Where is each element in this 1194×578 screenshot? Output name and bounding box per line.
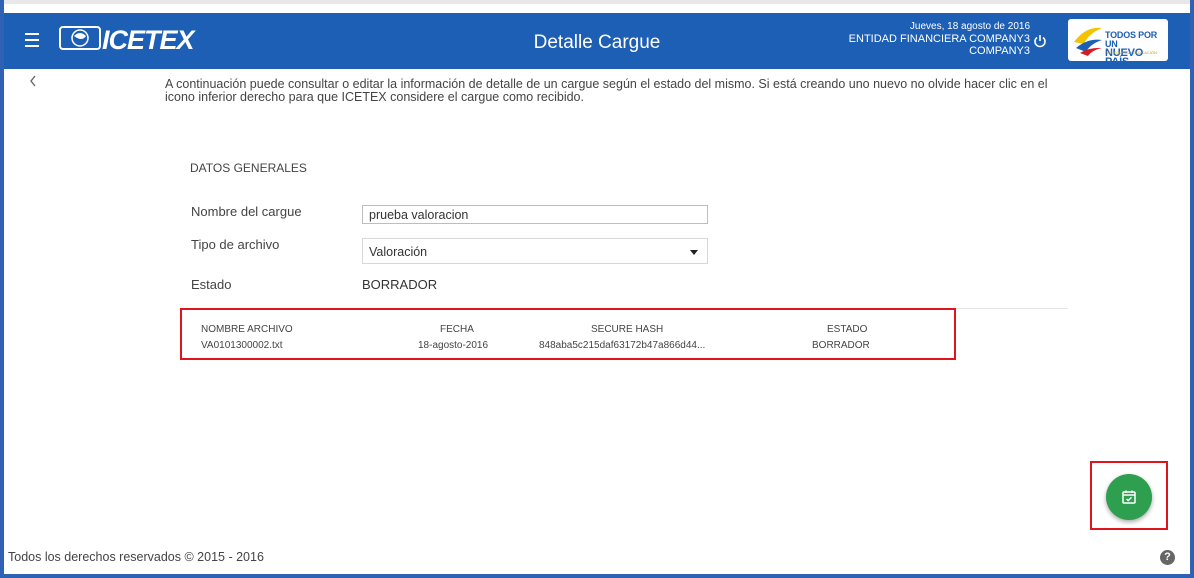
chevron-left-icon: [30, 75, 36, 87]
files-table: NOMBRE ARCHIVO FECHA SECURE HASH ESTADO …: [180, 308, 956, 360]
file-type-value: Valoración: [369, 245, 428, 259]
dropdown-arrow-icon: [690, 250, 698, 255]
header-status: ESTADO: [827, 324, 868, 335]
gov-logo: TODOS POR UN NUEVO PAÍS PAZ EQUIDAD EDUC…: [1068, 19, 1168, 68]
confirm-upload-button[interactable]: [1106, 474, 1152, 520]
back-button[interactable]: [28, 74, 38, 93]
type-label: Tipo de archivo: [191, 237, 280, 252]
gov-logo-subtext: PAZ EQUIDAD EDUCACIÓN: [1105, 50, 1157, 55]
icetex-logo: ICETEX: [58, 24, 208, 56]
footer-copyright: Todos los derechos reservados © 2015 - 2…: [8, 550, 264, 564]
status-value: BORRADOR: [362, 277, 438, 292]
cell-date: 18-agosto-2016: [418, 340, 489, 351]
gov-logo-text: TODOS POR UN NUEVO PAÍS: [1105, 30, 1158, 68]
user-name: COMPANY3: [969, 45, 1030, 57]
header-date: FECHA: [440, 324, 474, 335]
help-icon[interactable]: ?: [1160, 550, 1175, 565]
intro-text: A continuación puede consultar o editar …: [165, 77, 1048, 104]
current-date: Jueves, 18 agosto de 2016: [909, 21, 1030, 32]
cell-secure-hash: 848aba5c215daf63172b47a866d44...: [539, 340, 706, 351]
name-label: Nombre del cargue: [191, 204, 302, 219]
file-type-select[interactable]: Valoración: [362, 238, 708, 264]
menu-icon[interactable]: [25, 33, 39, 47]
svg-text:ICETEX: ICETEX: [102, 25, 197, 55]
app-header: ICETEX Detalle Cargue Jueves, 18 agosto …: [4, 11, 1190, 69]
status-label: Estado: [191, 277, 232, 292]
user-info: Jueves, 18 agosto de 2016 ENTIDAD FINANC…: [849, 21, 1030, 57]
section-title: DATOS GENERALES: [190, 161, 307, 175]
cell-status: BORRADOR: [812, 340, 870, 351]
calendar-check-icon: [1122, 490, 1136, 504]
entity-name: ENTIDAD FINANCIERA COMPANY3: [848, 33, 1030, 45]
power-icon[interactable]: [1033, 34, 1047, 48]
name-input[interactable]: prueba valoracion: [362, 205, 708, 224]
cell-file-name[interactable]: VA0101300002.txt: [201, 340, 283, 351]
header-secure-hash: SECURE HASH: [591, 324, 664, 335]
header-file-name: NOMBRE ARCHIVO: [201, 324, 293, 335]
